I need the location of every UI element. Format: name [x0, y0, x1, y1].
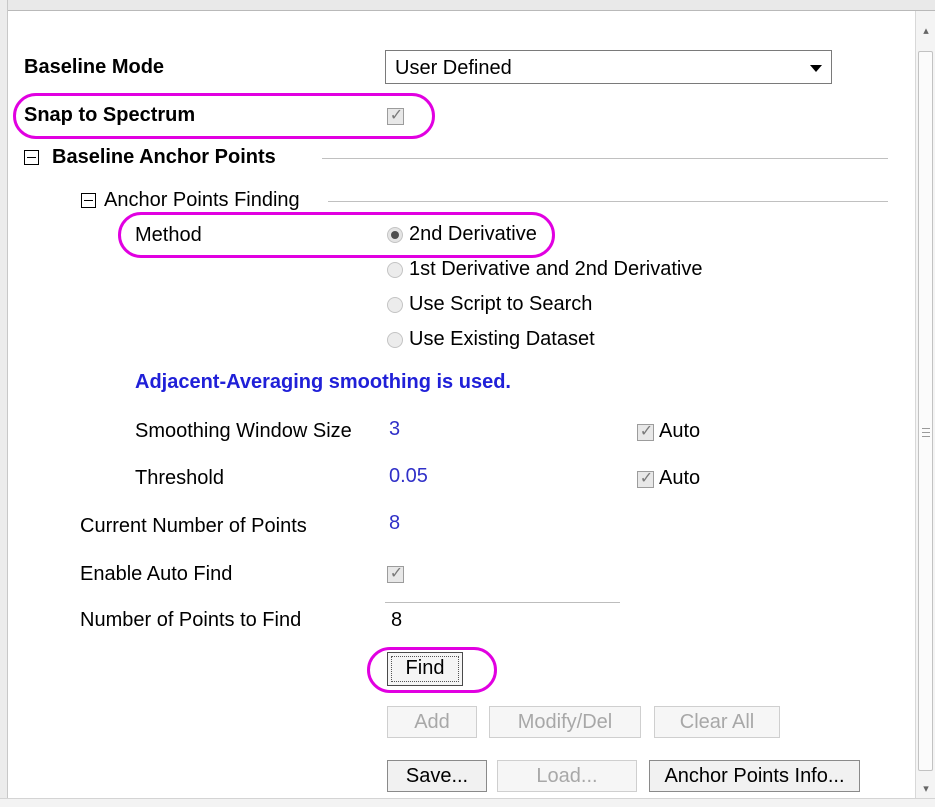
add-button[interactable]: Add	[387, 706, 477, 738]
scrollbar-grip-icon	[922, 428, 930, 431]
baseline-mode-dropdown[interactable]: User Defined	[385, 50, 832, 84]
smoothing-window-size-value[interactable]: 3	[389, 418, 400, 441]
baseline-mode-value: User Defined	[395, 57, 512, 79]
radio-label[interactable]: Use Existing Dataset	[409, 328, 595, 351]
current-number-of-points-value: 8	[389, 512, 401, 534]
baseline-anchor-points-header: Baseline Anchor Points	[52, 146, 276, 168]
anchor-points-finding-header: Anchor Points Finding	[104, 189, 300, 211]
scroll-up-arrow-icon[interactable]: ▴	[920, 25, 932, 37]
save-button[interactable]: Save...	[387, 760, 487, 792]
radio-use-existing-dataset[interactable]	[387, 332, 403, 348]
checkmark-icon: ✓	[389, 565, 404, 582]
load-button-label: Load...	[536, 765, 598, 787]
window-top-edge	[0, 0, 935, 11]
section-divider	[322, 158, 888, 159]
clear-all-button-label: Clear All	[679, 711, 755, 733]
load-button[interactable]: Load...	[497, 760, 637, 792]
number-of-points-to-find-input[interactable]: 8	[391, 609, 402, 632]
enable-auto-find-checkbox[interactable]: ✓	[387, 565, 404, 583]
scrollbar-thumb[interactable]	[918, 51, 933, 771]
add-button-label: Add	[414, 711, 450, 733]
number-of-points-to-find-label: Number of Points to Find	[80, 609, 302, 631]
anchor-points-info-button-label: Anchor Points Info...	[664, 765, 845, 787]
checkmark-icon: ✓	[639, 470, 654, 487]
highlight-oval	[13, 93, 435, 139]
current-number-of-points-label: Current Number of Points	[80, 515, 307, 537]
enable-auto-find-label: Enable Auto Find	[80, 563, 233, 585]
window-left-edge	[0, 0, 8, 806]
threshold-auto-checkbox[interactable]: ✓	[637, 470, 654, 488]
baseline-mode-label: Baseline Mode	[24, 56, 165, 78]
radio-1st-and-2nd-derivative[interactable]	[387, 262, 403, 278]
highlight-oval	[367, 647, 497, 693]
threshold-value[interactable]: 0.05	[389, 465, 428, 488]
threshold-auto-label[interactable]: Auto	[659, 467, 700, 490]
smoothing-note: Adjacent-Averaging smoothing is used.	[135, 371, 511, 393]
scroll-down-arrow-icon[interactable]: ▾	[920, 783, 932, 795]
subsection-divider	[328, 201, 888, 202]
input-top-border	[385, 602, 620, 603]
modify-del-button-label: Modify/Del	[517, 711, 613, 733]
collapse-toggle-icon[interactable]	[24, 150, 39, 165]
anchor-points-info-button[interactable]: Anchor Points Info...	[649, 760, 860, 792]
radio-label[interactable]: 1st Derivative and 2nd Derivative	[409, 258, 702, 281]
radio-label[interactable]: Use Script to Search	[409, 293, 592, 316]
scrollbar-grip-icon	[922, 432, 930, 435]
collapse-toggle-icon[interactable]	[81, 193, 96, 208]
highlight-oval	[118, 212, 555, 258]
radio-use-script-to-search[interactable]	[387, 297, 403, 313]
threshold-label: Threshold	[135, 467, 224, 489]
smoothing-auto-checkbox[interactable]: ✓	[637, 423, 654, 441]
modify-del-button[interactable]: Modify/Del	[489, 706, 641, 738]
clear-all-button[interactable]: Clear All	[654, 706, 780, 738]
scrollbar-grip-icon	[922, 436, 930, 439]
dropdown-arrow-icon[interactable]	[810, 65, 822, 72]
smoothing-window-size-label: Smoothing Window Size	[135, 420, 352, 442]
checkmark-icon: ✓	[639, 423, 654, 440]
vertical-scrollbar[interactable]: ▴ ▾	[915, 11, 935, 798]
smoothing-auto-label[interactable]: Auto	[659, 420, 700, 443]
save-button-label: Save...	[405, 765, 469, 787]
